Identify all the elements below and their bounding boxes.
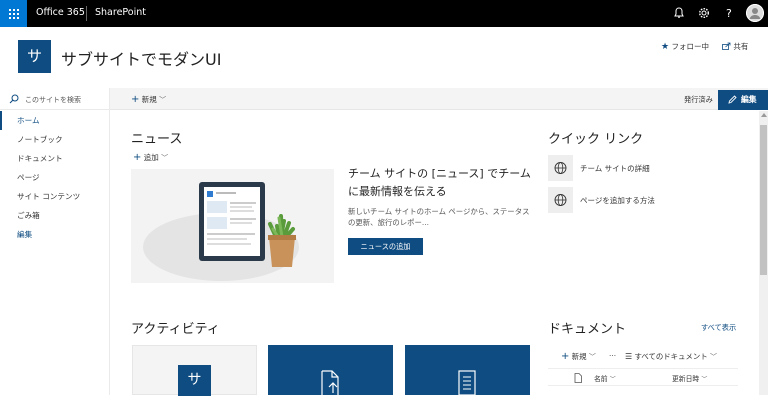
see-all-link[interactable]: すべて表示 — [701, 323, 736, 333]
nav-item-recycle-bin[interactable]: ごみ箱 — [0, 206, 110, 225]
new-label: 新規 — [141, 95, 157, 104]
share-icon — [722, 42, 731, 50]
column-header-name[interactable]: 名前 ﹀ — [594, 373, 616, 383]
news-headline[interactable]: チーム サイトの [ニュース] でチームに最新情報を伝える — [348, 165, 533, 201]
col-name-label: 名前 — [594, 375, 608, 383]
activity-tile[interactable] — [405, 345, 530, 395]
follow-button[interactable]: ★ フォロー中 — [661, 41, 709, 52]
new-menu-button[interactable]: + 新規 ﹀ — [131, 94, 166, 105]
list-doc-icon — [458, 370, 476, 395]
star-icon: ★ — [661, 42, 670, 52]
activity-section-title: アクティビティ — [131, 322, 220, 337]
nav-item-pages[interactable]: ページ — [0, 168, 110, 187]
vertical-scrollbar[interactable] — [759, 111, 768, 395]
chevron-down-icon: ﹀ — [159, 96, 167, 104]
documents-command-bar: + 新規 ﹀ ··· ☰ すべてのドキュメント ﹀ — [548, 351, 738, 363]
nav-item-documents[interactable]: ドキュメント — [0, 149, 110, 168]
person-icon — [746, 4, 764, 22]
chevron-down-icon: ﹀ — [161, 154, 169, 162]
share-label: 共有 — [733, 42, 749, 51]
nav-item-site-contents[interactable]: サイト コンテンツ — [0, 187, 110, 206]
list-view-icon: ☰ — [625, 352, 633, 361]
documents-section-title: ドキュメント — [548, 322, 627, 337]
chevron-down-icon: ﹀ — [701, 376, 708, 383]
news-description: 新しいチーム サイトのホーム ページから、ステータスの更新、旅行のレポー... — [348, 207, 530, 227]
documents-new-button[interactable]: + 新規 ﹀ — [561, 351, 596, 362]
documents-header-row: 名前 ﹀ 更新日時 ﹀ — [548, 368, 738, 386]
file-type-icon — [574, 373, 582, 383]
chevron-down-icon: ﹀ — [588, 353, 596, 361]
scroll-thumb[interactable] — [760, 125, 767, 275]
quicklinks-section-title: クイック リンク — [548, 132, 644, 147]
sharepoint-link[interactable]: SharePoint — [95, 7, 146, 18]
scroll-up-arrow-icon[interactable] — [761, 113, 767, 117]
search-placeholder: このサイトを検索 — [25, 96, 81, 104]
site-search-box[interactable]: このサイトを検索 — [0, 88, 110, 110]
file-arrow-icon — [321, 370, 339, 395]
nav-edit-link[interactable]: 編集 — [0, 225, 110, 244]
news-add-button[interactable]: + 追加 ﹀ — [133, 152, 168, 163]
site-logo-thumbnail: サ — [178, 365, 211, 396]
svg-text:?: ? — [726, 7, 732, 20]
globe-icon — [554, 194, 567, 206]
share-button[interactable]: 共有 — [722, 41, 748, 52]
site-title[interactable]: サブサイトでモダンUI — [61, 46, 221, 70]
quicklink-label: チーム サイトの詳細 — [580, 164, 650, 173]
gear-icon[interactable] — [696, 5, 712, 21]
chevron-down-icon: ﹀ — [609, 376, 616, 383]
suite-bar: Office 365 SharePoint ? — [0, 0, 768, 27]
search-icon — [9, 94, 19, 104]
tablet-plant-illustration — [143, 182, 299, 281]
pencil-icon — [728, 95, 737, 104]
quicklink-label: ページを追加する方法 — [580, 196, 655, 205]
news-illustration — [131, 169, 334, 283]
globe-icon — [554, 162, 567, 174]
bell-icon[interactable] — [671, 5, 687, 21]
site-logo[interactable]: サ — [18, 40, 51, 73]
plus-icon: + — [131, 94, 140, 105]
news-section-title: ニュース — [131, 132, 183, 147]
help-icon[interactable]: ? — [721, 5, 737, 21]
quicklink-item[interactable]: チーム サイトの詳細 — [548, 155, 738, 181]
edit-button[interactable]: 編集 — [718, 90, 768, 110]
view-label: すべてのドキュメント — [634, 352, 708, 361]
column-header-modified[interactable]: 更新日時 ﹀ — [672, 373, 707, 383]
activity-tile[interactable]: サ — [132, 345, 257, 396]
command-bar: + 新規 ﹀ 発行済み 編集 — [110, 88, 768, 110]
office365-link[interactable]: Office 365 — [36, 7, 85, 18]
chevron-down-icon: ﹀ — [709, 353, 717, 361]
news-add-label: 追加 — [143, 153, 159, 162]
user-avatar[interactable] — [746, 4, 764, 22]
follow-label: フォロー中 — [671, 42, 709, 51]
suite-divider — [86, 6, 87, 21]
add-news-button[interactable]: ニュースの追加 — [348, 238, 423, 255]
nav-item-notebook[interactable]: ノートブック — [0, 130, 110, 149]
left-navigation: このサイトを検索 ホーム ノートブック ドキュメント ページ サイト コンテンツ… — [0, 88, 110, 395]
activity-tile[interactable] — [268, 345, 393, 395]
edit-label: 編集 — [741, 95, 757, 104]
documents-new-label: 新規 — [571, 352, 587, 361]
app-launcher-icon[interactable] — [0, 0, 27, 27]
view-selector[interactable]: ☰ すべてのドキュメント ﹀ — [625, 351, 717, 362]
plus-icon: + — [561, 351, 570, 362]
more-options-button[interactable]: ··· — [609, 351, 616, 360]
nav-item-home[interactable]: ホーム — [0, 111, 110, 130]
plus-icon: + — [133, 152, 142, 163]
col-modified-label: 更新日時 — [672, 375, 700, 383]
publish-status: 発行済み — [684, 95, 713, 104]
quicklink-item[interactable]: ページを追加する方法 — [548, 187, 738, 213]
